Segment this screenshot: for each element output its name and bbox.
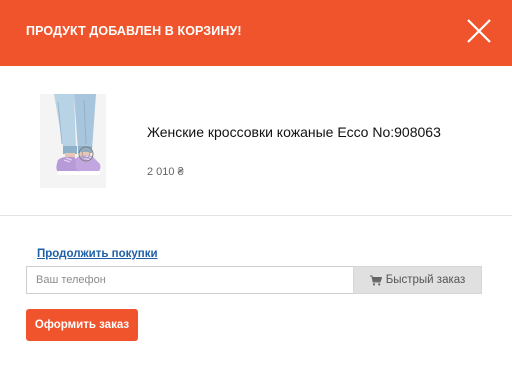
close-icon — [467, 19, 491, 43]
checkout-button[interactable]: Оформить заказ — [26, 309, 138, 341]
product-price: 2 010 ₴ — [147, 166, 184, 178]
quick-order-button[interactable]: Быстрый заказ — [353, 266, 482, 294]
phone-input[interactable] — [26, 266, 353, 294]
cart-added-modal: ПРОДУКТ ДОБАВЛЕН В КОРЗИНУ! Женские крос… — [0, 0, 512, 366]
quick-order-label: Быстрый заказ — [385, 274, 466, 286]
cart-icon — [369, 274, 382, 285]
modal-title: ПРОДУКТ ДОБАВЛЕН В КОРЗИНУ! — [26, 24, 242, 38]
product-summary: Женские кроссовки кожаные Ecco No:908063… — [0, 66, 512, 216]
product-name[interactable]: Женские кроссовки кожаные Ecco No:908063 — [147, 124, 447, 141]
modal-header: ПРОДУКТ ДОБАВЛЕН В КОРЗИНУ! — [0, 0, 512, 66]
close-button[interactable] — [466, 18, 492, 44]
continue-shopping-link[interactable]: Продолжить покупки — [37, 248, 158, 260]
quick-order-form: Быстрый заказ — [26, 266, 482, 294]
product-image[interactable] — [40, 94, 106, 188]
